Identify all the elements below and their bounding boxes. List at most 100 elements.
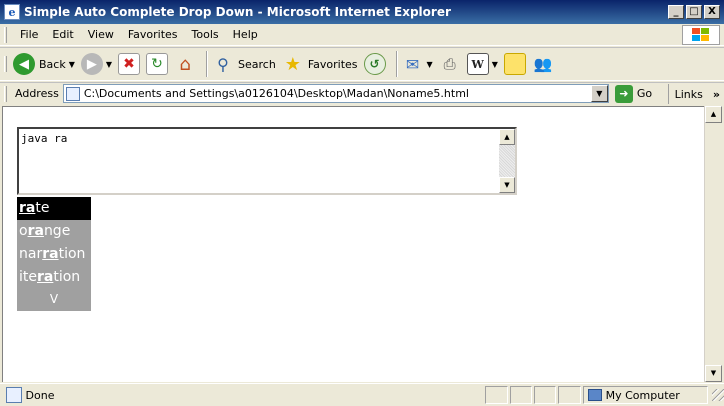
- suffix-text: te: [35, 200, 50, 216]
- stop-button[interactable]: ✖: [118, 53, 141, 75]
- menu-favorites[interactable]: Favorites: [121, 28, 185, 41]
- printer-icon: ⎙: [443, 55, 456, 73]
- scroll-up-icon[interactable]: ▲: [705, 106, 722, 123]
- links-label: Links: [674, 87, 703, 101]
- match-text: ra: [19, 200, 36, 216]
- standard-toolbar: ◀ Back ▼ ▶ ▼ ✖ ↻ ⌂ ⚲ Search ★ Favorites …: [0, 47, 724, 81]
- close-button[interactable]: X: [704, 5, 720, 19]
- toolbar-grip: [4, 56, 7, 72]
- page-content: java ra ▲ ▼ rate orange narration iterat…: [2, 106, 704, 382]
- discuss-button[interactable]: [503, 53, 526, 75]
- address-bar: Address C:\Documents and Settings\a01261…: [0, 82, 724, 104]
- back-arrow-icon: ◀: [13, 53, 35, 75]
- status-pane: [558, 386, 581, 404]
- match-text: ra: [37, 269, 54, 285]
- suggestion-item-orange[interactable]: orange: [17, 220, 91, 243]
- status-bar: Done My Computer: [0, 383, 724, 406]
- address-label: Address: [15, 87, 59, 100]
- match-text: ra: [42, 246, 59, 262]
- page-done-icon: [6, 387, 22, 403]
- mail-icon: ✉: [405, 54, 420, 74]
- search-button[interactable]: ⚲ Search: [212, 53, 276, 75]
- home-icon: ⌂: [179, 53, 191, 75]
- search-icon: ⚲: [217, 54, 229, 74]
- stop-icon: ✖: [118, 53, 141, 75]
- suffix-text: tion: [53, 269, 81, 285]
- address-dropdown-icon[interactable]: ▼: [590, 85, 608, 102]
- menu-bar: File Edit View Favorites Tools Help: [0, 24, 724, 46]
- links-toolbar[interactable]: Links »: [667, 84, 720, 104]
- maximize-button[interactable]: □: [686, 5, 702, 19]
- status-pane: [509, 386, 533, 404]
- back-dropdown-icon[interactable]: ▼: [69, 60, 75, 69]
- scroll-down-icon[interactable]: ▼: [705, 365, 722, 382]
- messenger-icon: 👥: [533, 55, 553, 73]
- forward-dropdown-icon[interactable]: ▼: [106, 60, 112, 69]
- refresh-button[interactable]: ↻: [146, 53, 169, 75]
- security-zone: My Computer: [582, 386, 709, 404]
- title-bar: e Simple Auto Complete Drop Down - Micro…: [0, 0, 724, 24]
- suggestion-dropdown: rate orange narration iteration V: [17, 197, 91, 311]
- status-pane: [534, 386, 557, 404]
- autocomplete-textarea[interactable]: java ra ▲ ▼: [17, 127, 517, 195]
- status-text: Done: [25, 388, 55, 402]
- match-text: ra: [27, 223, 44, 239]
- prefix-text: o: [19, 223, 28, 239]
- menu-tools[interactable]: Tools: [185, 28, 226, 41]
- page-scrollbar[interactable]: ▲ ▼: [704, 106, 722, 382]
- history-icon: ↺: [363, 53, 386, 75]
- go-label: Go: [636, 87, 653, 100]
- more-suggestions-icon[interactable]: V: [17, 289, 91, 309]
- print-button[interactable]: ⎙: [439, 53, 461, 75]
- minimize-button[interactable]: _: [668, 5, 684, 19]
- address-input[interactable]: C:\Documents and Settings\a0126104\Deskt…: [62, 84, 609, 103]
- menu-view[interactable]: View: [81, 28, 121, 41]
- search-label: Search: [238, 57, 276, 71]
- favorites-button[interactable]: ★ Favorites: [282, 53, 358, 75]
- edit-button[interactable]: W ▼: [466, 53, 498, 75]
- menu-file[interactable]: File: [13, 28, 45, 41]
- toolbar-separator: [395, 51, 398, 77]
- go-button[interactable]: ➜ Go: [614, 84, 653, 103]
- history-button[interactable]: ↺: [363, 53, 386, 75]
- forward-arrow-icon: ▶: [80, 53, 103, 75]
- favorites-label: Favorites: [307, 57, 358, 71]
- suffix-text: nge: [43, 223, 71, 239]
- edit-dropdown-icon[interactable]: ▼: [492, 60, 498, 69]
- back-button[interactable]: ◀ Back ▼: [13, 53, 75, 75]
- go-arrow-icon: ➜: [614, 84, 633, 103]
- back-label: Back: [39, 57, 66, 71]
- menu-edit[interactable]: Edit: [45, 28, 80, 41]
- toolbar-grip: [4, 26, 7, 43]
- toolbar-grip: [4, 85, 7, 102]
- window-title: Simple Auto Complete Drop Down - Microso…: [24, 5, 451, 19]
- prefix-text: ite: [19, 269, 37, 285]
- status-pane: [485, 386, 508, 404]
- menu-help[interactable]: Help: [226, 28, 265, 41]
- suggestion-item-iteration[interactable]: iteration: [17, 266, 91, 289]
- refresh-icon: ↻: [146, 53, 169, 75]
- zone-label: My Computer: [605, 388, 680, 402]
- home-button[interactable]: ⌂: [174, 53, 196, 75]
- windows-logo-icon: [682, 25, 720, 45]
- textarea-scrollbar[interactable]: ▲ ▼: [499, 129, 515, 193]
- note-icon: [503, 53, 526, 75]
- messenger-button[interactable]: 👥: [532, 53, 554, 75]
- textarea-value[interactable]: java ra: [21, 132, 67, 145]
- chevron-right-icon[interactable]: »: [713, 88, 720, 101]
- suggestion-item-narration[interactable]: narration: [17, 243, 91, 266]
- suggestion-item-rate[interactable]: rate: [17, 197, 91, 220]
- resize-grip-icon[interactable]: [712, 389, 724, 401]
- scroll-down-icon[interactable]: ▼: [499, 177, 515, 193]
- mail-dropdown-icon[interactable]: ▼: [427, 60, 433, 69]
- scroll-up-icon[interactable]: ▲: [499, 129, 515, 145]
- forward-button[interactable]: ▶ ▼: [80, 53, 112, 75]
- mail-button[interactable]: ✉ ▼: [402, 53, 433, 75]
- address-url[interactable]: C:\Documents and Settings\a0126104\Deskt…: [84, 87, 469, 100]
- toolbar-separator: [206, 51, 209, 77]
- word-edit-icon: W: [466, 53, 489, 75]
- ie-page-icon: e: [4, 4, 20, 20]
- computer-icon: [587, 389, 602, 401]
- star-icon: ★: [284, 53, 301, 75]
- page-icon: [65, 86, 80, 101]
